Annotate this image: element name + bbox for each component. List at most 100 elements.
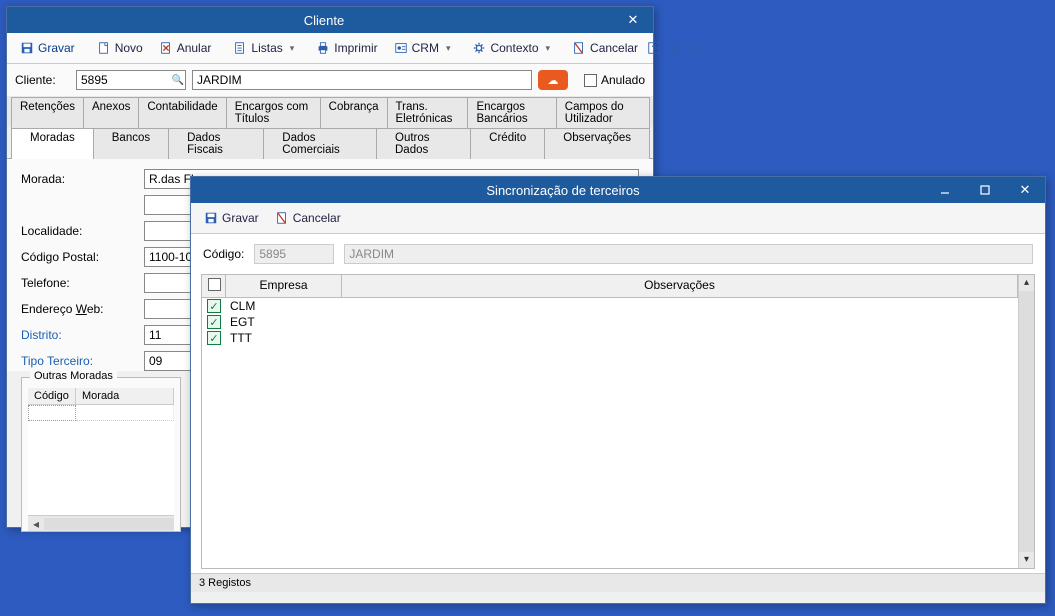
- scroll-left-icon[interactable]: ◂: [28, 517, 44, 531]
- gravar-label: Gravar: [38, 41, 75, 55]
- sync-col-observacoes[interactable]: Observações: [342, 275, 1018, 297]
- crm-label: CRM: [412, 41, 439, 55]
- cliente-close-button[interactable]: ✕: [613, 7, 653, 33]
- tab-bancos[interactable]: Bancos: [93, 128, 169, 159]
- tab-outros-dados[interactable]: Outros Dados: [376, 128, 471, 159]
- outras-moradas-hscroll[interactable]: ◂: [28, 515, 174, 531]
- localidade-label: Localidade:: [21, 224, 136, 238]
- row-checkbox[interactable]: ✓: [202, 331, 226, 345]
- distrito-input[interactable]: [144, 325, 194, 345]
- sync-statusbar: 3 Registos: [191, 573, 1045, 592]
- sync-toolbar: Gravar Cancelar: [191, 203, 1045, 234]
- save-icon: [204, 211, 218, 225]
- row-empresa: TTT: [226, 331, 342, 345]
- sync-col-check[interactable]: [202, 275, 226, 297]
- tab-moradas[interactable]: Moradas: [11, 128, 94, 159]
- gear-icon: [472, 41, 486, 55]
- crm-button[interactable]: CRM: [387, 37, 458, 59]
- scroll-up-icon[interactable]: ▴: [1019, 275, 1034, 291]
- row-checkbox[interactable]: ✓: [202, 299, 226, 313]
- lookup-icon[interactable]: 🔍: [172, 75, 184, 86]
- tipo-terceiro-input[interactable]: [144, 351, 194, 371]
- sync-cancelar-label: Cancelar: [293, 211, 341, 225]
- outras-moradas-columns: Código Morada: [28, 388, 174, 405]
- tab-contabilidade[interactable]: Contabilidade: [138, 97, 226, 128]
- tab-cobranca[interactable]: Cobrança: [320, 97, 388, 128]
- row-checkbox[interactable]: ✓: [202, 315, 226, 329]
- cliente-toolbar: Gravar Novo Anular Listas Imp: [7, 33, 653, 64]
- scroll-down-icon[interactable]: ▾: [1019, 552, 1034, 568]
- outras-moradas-grid[interactable]: [28, 405, 174, 515]
- sync-grid-row[interactable]: ✓CLM: [202, 298, 1018, 314]
- sync-gravar-button[interactable]: Gravar: [197, 207, 266, 229]
- row-empresa: EGT: [226, 315, 342, 329]
- cliente-titlebar[interactable]: Cliente ✕: [7, 7, 653, 33]
- anular-label: Anular: [177, 41, 212, 55]
- sync-status-text: 3 Registos: [199, 577, 251, 589]
- crm-icon: [394, 41, 408, 55]
- imprimir-button[interactable]: Imprimir: [309, 37, 384, 59]
- tab-credito[interactable]: Crédito: [470, 128, 545, 159]
- novo-label: Novo: [115, 41, 143, 55]
- sync-minimize-button[interactable]: [925, 177, 965, 203]
- sync-codigo-input: [254, 244, 334, 264]
- sync-grid-body[interactable]: ✓CLM✓EGT✓TTT: [202, 298, 1018, 568]
- morada-label: Morada:: [21, 172, 136, 186]
- sync-window-title: Sincronização de terceiros: [201, 183, 925, 198]
- imprimir-label: Imprimir: [334, 41, 377, 55]
- tab-anexos[interactable]: Anexos: [83, 97, 139, 128]
- tab-campos-utilizador[interactable]: Campos do Utilizador: [556, 97, 650, 128]
- tab-dados-fiscais[interactable]: Dados Fiscais: [168, 128, 264, 159]
- listas-button[interactable]: Listas: [226, 37, 301, 59]
- anular-button[interactable]: Anular: [152, 37, 219, 59]
- listas-label: Listas: [251, 41, 282, 55]
- cancel-icon: [275, 211, 289, 225]
- cancel-icon: [572, 41, 586, 55]
- cancelar-button[interactable]: Cancelar: [565, 37, 645, 59]
- svg-text:?: ?: [652, 44, 657, 54]
- tab-dados-comerciais[interactable]: Dados Comerciais: [263, 128, 377, 159]
- sync-grid-row[interactable]: ✓TTT: [202, 330, 1018, 346]
- anulado-label: Anulado: [601, 73, 645, 87]
- sync-maximize-button[interactable]: [965, 177, 1005, 203]
- sync-name-input: [344, 244, 1033, 264]
- sync-grid: Empresa Observações ✓CLM✓EGT✓TTT ▴ ▾: [201, 274, 1035, 569]
- info-icon[interactable]: [667, 41, 681, 55]
- search-icon[interactable]: [687, 41, 701, 55]
- help-icon[interactable]: ?: [647, 41, 661, 55]
- list-icon: [233, 41, 247, 55]
- row-empresa: CLM: [226, 299, 342, 313]
- cancelar-label: Cancelar: [590, 41, 638, 55]
- tipo-terceiro-label[interactable]: Tipo Terceiro:: [21, 354, 136, 368]
- sync-grid-row[interactable]: ✓EGT: [202, 314, 1018, 330]
- codigo-postal-label: Código Postal:: [21, 250, 136, 264]
- contexto-button[interactable]: Contexto: [465, 37, 557, 59]
- tabs-top-row: Retenções Anexos Contabilidade Encargos …: [7, 96, 653, 128]
- sync-close-button[interactable]: ✕: [1005, 177, 1045, 203]
- novo-button[interactable]: Novo: [90, 37, 150, 59]
- save-icon: [20, 41, 34, 55]
- cloud-sync-button[interactable]: ☁: [538, 70, 568, 90]
- cliente-code-input[interactable]: [76, 70, 186, 90]
- sync-gravar-label: Gravar: [222, 211, 259, 225]
- annul-icon: [159, 41, 173, 55]
- tabs-bottom-row: Moradas Bancos Dados Fiscais Dados Comer…: [7, 127, 653, 159]
- cliente-name-input[interactable]: [192, 70, 532, 90]
- anulado-checkbox[interactable]: Anulado: [584, 73, 645, 87]
- print-icon: [316, 41, 330, 55]
- sync-vscroll[interactable]: ▴ ▾: [1018, 275, 1034, 568]
- tab-encargos-bancarios[interactable]: Encargos Bancários: [467, 97, 556, 128]
- tab-encargos-titulos[interactable]: Encargos com Títulos: [226, 97, 321, 128]
- tab-observacoes[interactable]: Observações: [544, 128, 650, 159]
- contexto-label: Contexto: [490, 41, 538, 55]
- endereco-web-label: Endereço Web:: [21, 302, 136, 316]
- sync-titlebar[interactable]: Sincronização de terceiros ✕: [191, 177, 1045, 203]
- gravar-button[interactable]: Gravar: [13, 37, 82, 59]
- tab-retencoes[interactable]: Retenções: [11, 97, 84, 128]
- sync-codigo-label: Código:: [203, 247, 244, 261]
- tab-trans-eletronicas[interactable]: Trans. Eletrónicas: [387, 97, 469, 128]
- distrito-label[interactable]: Distrito:: [21, 328, 136, 342]
- sync-col-empresa[interactable]: Empresa: [226, 275, 342, 297]
- cloud-icon: ☁: [547, 74, 558, 87]
- sync-cancelar-button[interactable]: Cancelar: [268, 207, 348, 229]
